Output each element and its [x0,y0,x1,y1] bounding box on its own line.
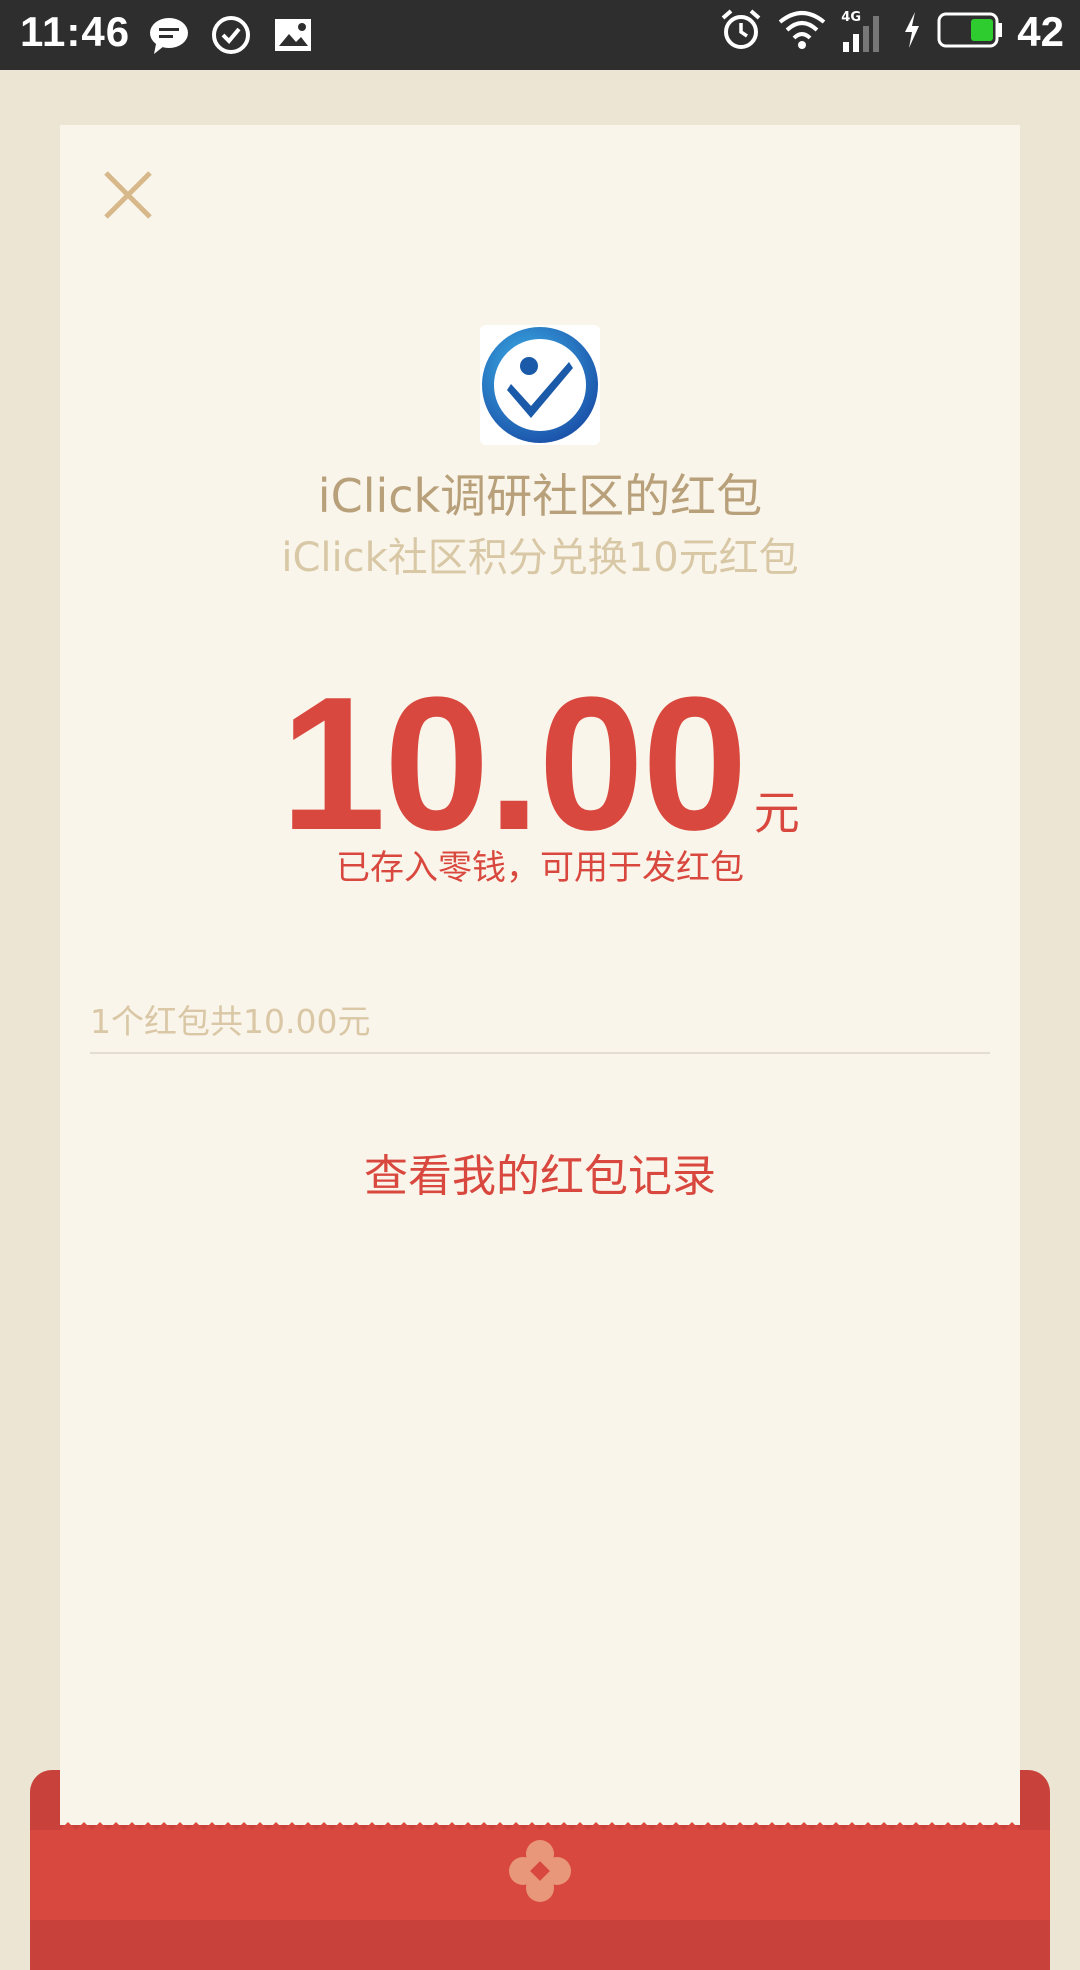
system-status-icons: 4G 42 [719,8,1064,56]
view-records-link[interactable]: 查看我的红包记录 [60,1140,1020,1204]
packet-summary: 1个红包共10.00元 [90,1002,371,1041]
alarm-icon [719,8,763,56]
image-icon [272,14,314,60]
packet-description: iClick社区积分兑换10元红包 [281,535,799,581]
red-packet-detail-card: iClick调研社区的红包 iClick社区积分兑换10元红包 10.00 元 已… [60,125,1020,1825]
signal-4g-icon: 4G [841,10,887,54]
status-time: 11:46 [20,8,131,55]
iclick-check-logo [482,327,598,443]
close-icon [104,171,152,219]
divider [90,1052,990,1054]
sender-avatar [480,325,600,445]
chat-bubble-icon [148,14,190,60]
flower-emblem-icon [509,1840,571,1902]
close-button[interactable] [98,165,158,225]
deposit-note: 已存入零钱，可用于发红包 [336,848,744,888]
status-bar: 11:46 4G 42 [0,0,1080,70]
battery-icon [937,12,1003,52]
amount-unit: 元 [753,786,800,840]
wifi-icon [777,8,827,56]
notification-icons [148,14,314,60]
sender-title: iClick调研社区的红包 [317,469,763,523]
amount-value: 10.00 [280,658,747,870]
battery-percentage: 42 [1017,8,1064,55]
charging-icon [901,8,923,56]
check-circle-icon [210,14,252,60]
